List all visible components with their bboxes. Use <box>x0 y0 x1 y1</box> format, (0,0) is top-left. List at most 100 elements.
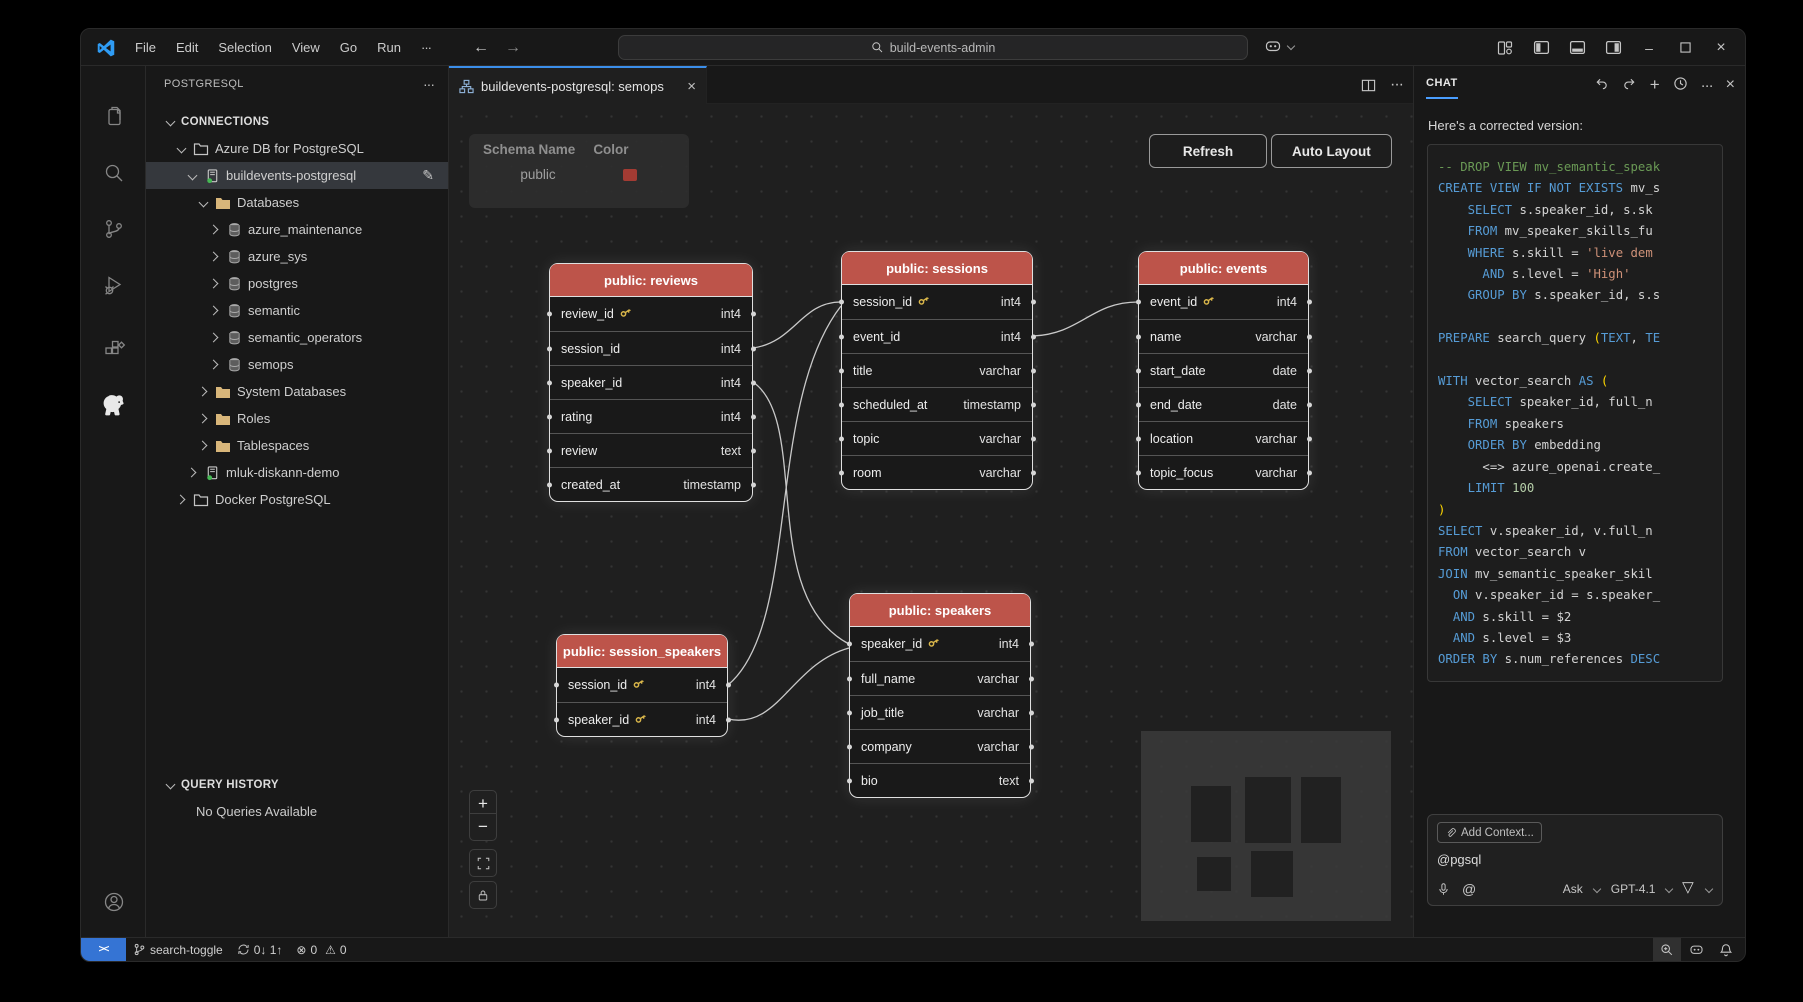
table-column-speaker_id[interactable]: speaker_idint4 <box>850 627 1030 661</box>
table-column-topic[interactable]: topicvarchar <box>842 421 1032 455</box>
fit-view-button[interactable] <box>469 849 497 877</box>
er-table-sessions[interactable]: public: sessionssession_idint4event_idin… <box>841 251 1033 490</box>
sql-code-block[interactable]: -- DROP VIEW mv_semantic_speakCREATE VIE… <box>1427 144 1723 682</box>
table-column-speaker_id[interactable]: speaker_idint4 <box>557 702 727 736</box>
er-diagram-canvas[interactable]: public: reviewsreview_idint4session_idin… <box>449 104 1413 939</box>
table-column-full_name[interactable]: full_namevarchar <box>850 661 1030 695</box>
copilot-menu[interactable] <box>1263 36 1295 56</box>
er-table-events[interactable]: public: eventsevent_idint4namevarcharsta… <box>1138 251 1309 490</box>
notifications-button[interactable] <box>1712 938 1745 961</box>
maximize-button[interactable] <box>1667 29 1703 66</box>
copilot-status-button[interactable] <box>1681 938 1712 961</box>
chat-input-value[interactable]: @pgsql <box>1437 852 1713 867</box>
table-column-review_id[interactable]: review_idint4 <box>550 297 752 331</box>
tree-item-azure-sys[interactable]: azure_sys <box>146 243 448 270</box>
microphone-icon[interactable] <box>1437 882 1450 896</box>
table-column-location[interactable]: locationvarchar <box>1139 421 1308 455</box>
menu-run[interactable]: Run <box>367 36 411 59</box>
remote-indicator[interactable]: >< <box>81 938 126 961</box>
schema-legend-panel[interactable]: Schema Name Color public <box>469 134 689 208</box>
menu-view[interactable]: View <box>282 36 330 59</box>
table-column-room[interactable]: roomvarchar <box>842 455 1032 489</box>
toggle-primary-sidebar-button[interactable] <box>1523 29 1559 66</box>
table-column-session_id[interactable]: session_idint4 <box>550 331 752 365</box>
branch-status[interactable]: search-toggle <box>126 938 230 961</box>
tree-item-tablespaces[interactable]: Tablespaces <box>146 432 448 459</box>
tree-item-azure-db-for-postgresql[interactable]: Azure DB for PostgreSQL <box>146 135 448 162</box>
tree-item-mluk-diskann-demo[interactable]: mluk-diskann-demo <box>146 459 448 486</box>
sync-status[interactable]: 0↓ 1↑ <box>230 938 290 961</box>
new-chat-icon[interactable]: + <box>1650 76 1660 94</box>
table-column-bio[interactable]: biotext <box>850 763 1030 797</box>
menu-file[interactable]: File <box>125 36 166 59</box>
table-header[interactable]: public: session_speakers <box>557 635 727 668</box>
table-column-rating[interactable]: ratingint4 <box>550 399 752 433</box>
tab-er-diagram[interactable]: buildevents-postgresql: semops × <box>449 66 707 104</box>
redo-icon[interactable] <box>1622 76 1637 95</box>
search-icon[interactable] <box>81 149 146 197</box>
tree-section-connections[interactable]: CONNECTIONS <box>146 108 448 135</box>
er-table-reviews[interactable]: public: reviewsreview_idint4session_idin… <box>549 263 753 502</box>
split-editor-icon[interactable] <box>1361 78 1376 93</box>
tree-item-postgres[interactable]: postgres <box>146 270 448 297</box>
chat-tab[interactable]: CHAT <box>1426 77 1458 93</box>
table-column-topic_focus[interactable]: topic_focusvarchar <box>1139 455 1308 489</box>
table-column-scheduled_at[interactable]: scheduled_attimestamp <box>842 387 1032 421</box>
tree-item-databases[interactable]: Databases <box>146 189 448 216</box>
tree-item-system-databases[interactable]: System Databases <box>146 378 448 405</box>
table-header[interactable]: public: speakers <box>850 594 1030 627</box>
add-context-button[interactable]: Add Context... <box>1437 822 1542 843</box>
more-icon[interactable]: ··· <box>1701 77 1713 94</box>
edit-pencil-icon[interactable]: ✎ <box>422 167 434 184</box>
toggle-secondary-sidebar-button[interactable] <box>1595 29 1631 66</box>
command-center-search[interactable]: build-events-admin <box>618 35 1248 60</box>
table-header[interactable]: public: events <box>1139 252 1308 285</box>
table-column-job_title[interactable]: job_titlevarchar <box>850 695 1030 729</box>
table-column-session_id[interactable]: session_idint4 <box>557 668 727 702</box>
table-column-session_id[interactable]: session_idint4 <box>842 285 1032 319</box>
tree-item-semantic-operators[interactable]: semantic_operators <box>146 324 448 351</box>
schema-row-public[interactable]: public <box>483 167 675 182</box>
forward-button[interactable]: → <box>505 39 521 57</box>
zoom-out-button[interactable]: − <box>469 813 497 841</box>
schema-color-swatch[interactable] <box>623 169 637 181</box>
minimize-button[interactable]: – <box>1631 29 1667 66</box>
tree-item-azure-maintenance[interactable]: azure_maintenance <box>146 216 448 243</box>
postgresql-icon[interactable] <box>81 381 146 429</box>
sidebar-more-actions[interactable]: ··· <box>423 76 434 92</box>
table-column-start_date[interactable]: start_datedate <box>1139 353 1308 387</box>
zoom-status-button[interactable] <box>1653 938 1681 961</box>
query-history-section[interactable]: QUERY HISTORY <box>146 771 448 798</box>
menu-more[interactable]: ··· <box>411 36 441 59</box>
refresh-button[interactable]: Refresh <box>1149 134 1267 168</box>
tree-item-docker-postgresql[interactable]: Docker PostgreSQL <box>146 486 448 513</box>
table-column-created_at[interactable]: created_attimestamp <box>550 467 752 501</box>
table-column-speaker_id[interactable]: speaker_idint4 <box>550 365 752 399</box>
account-icon[interactable] <box>81 878 146 926</box>
table-column-event_id[interactable]: event_idint4 <box>1139 285 1308 319</box>
send-button[interactable]: ▷ <box>1680 882 1698 894</box>
history-icon[interactable] <box>1673 76 1688 95</box>
tree-item-buildevents-postgresql[interactable]: buildevents-postgresql✎ <box>146 162 448 189</box>
lock-button[interactable] <box>469 881 497 909</box>
auto-layout-button[interactable]: Auto Layout <box>1271 134 1392 168</box>
toggle-panel-button[interactable] <box>1559 29 1595 66</box>
model-selector[interactable]: GPT-4.1 <box>1611 882 1656 896</box>
menu-go[interactable]: Go <box>330 36 367 59</box>
back-button[interactable]: ← <box>473 39 489 57</box>
mode-selector[interactable]: Ask <box>1563 882 1583 896</box>
diagram-minimap[interactable] <box>1141 731 1391 921</box>
source-control-icon[interactable] <box>81 205 146 253</box>
mention-icon[interactable]: @ <box>1462 881 1476 897</box>
menu-selection[interactable]: Selection <box>208 36 281 59</box>
table-header[interactable]: public: reviews <box>550 264 752 297</box>
table-column-end_date[interactable]: end_datedate <box>1139 387 1308 421</box>
chat-input-box[interactable]: Add Context... @pgsql @ Ask GPT-4.1 ▷ <box>1427 814 1723 906</box>
send-options-chevron[interactable] <box>1705 885 1713 893</box>
tree-item-semops[interactable]: semops <box>146 351 448 378</box>
editor-more-actions[interactable]: ··· <box>1390 76 1403 94</box>
customize-layout-button[interactable] <box>1487 29 1523 66</box>
table-column-review[interactable]: reviewtext <box>550 433 752 467</box>
er-table-session_speakers[interactable]: public: session_speakerssession_idint4sp… <box>556 634 728 737</box>
explorer-icon[interactable] <box>81 93 146 141</box>
